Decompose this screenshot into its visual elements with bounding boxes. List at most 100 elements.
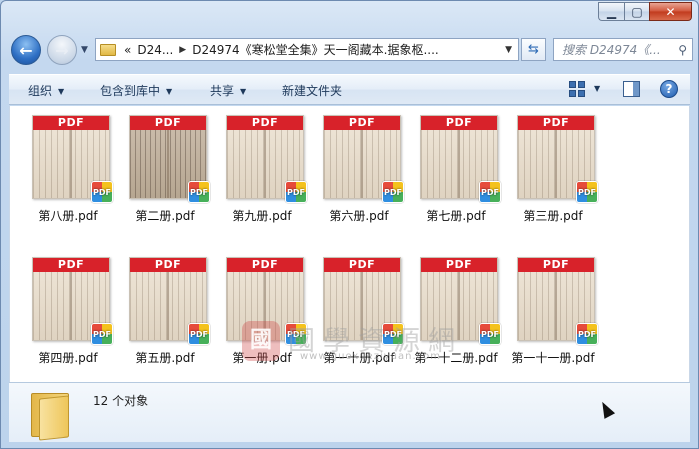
file-name: 第七册.pdf [426, 209, 486, 223]
file-name: 第一十册.pdf [323, 351, 395, 365]
navigation-bar: ← → ▼ « D24... ▶ D24974《寒松堂全集》天一阁藏本.据象枢.… [9, 34, 693, 68]
include-in-library-menu[interactable]: 包含到库中 ▼ [100, 82, 172, 99]
pdf-app-icon: PDF [91, 181, 113, 203]
pdf-label: PDF [227, 258, 303, 272]
file-name: 第四册.pdf [38, 351, 98, 365]
share-label: 共享 [210, 84, 235, 98]
pdf-app-icon: PDF [382, 323, 404, 345]
pdf-label: PDF [33, 116, 109, 130]
file-name: 第一十一册.pdf [511, 351, 595, 365]
pdf-label: PDF [518, 258, 594, 272]
file-name: 第一十二册.pdf [414, 351, 498, 365]
pdf-label: PDF [33, 258, 109, 272]
chevron-down-icon: ▼ [58, 87, 65, 96]
page-spine [264, 272, 266, 340]
file-item[interactable]: PDF PDF 第一十二册.pdf [408, 256, 504, 368]
pdf-app-icon: PDF [285, 181, 307, 203]
file-item[interactable]: PDF PDF 第三册.pdf [505, 114, 601, 226]
preview-pane-icon[interactable] [623, 81, 640, 97]
pdf-app-icon: PDF [285, 323, 307, 345]
command-bar: 组织 ▼ 包含到库中 ▼ 共享 ▼ 新建文件夹 ▼ ? [9, 74, 690, 105]
chevron-down-icon[interactable]: ▼ [505, 45, 512, 55]
pdf-label: PDF [421, 116, 497, 130]
file-item[interactable]: PDF PDF 第二册.pdf [117, 114, 213, 226]
forward-button[interactable]: → [47, 35, 77, 65]
pdf-label: PDF [518, 116, 594, 130]
file-item[interactable]: PDF PDF 第七册.pdf [408, 114, 504, 226]
new-folder-label: 新建文件夹 [282, 84, 343, 98]
breadcrumb-item[interactable]: D24974《寒松堂全集》天一阁藏本.据象枢.... [192, 41, 439, 58]
file-name: 第五册.pdf [135, 351, 195, 365]
refresh-icon: ⇆ [528, 42, 539, 57]
chevron-right-icon[interactable]: ▶ [179, 45, 186, 55]
caption-buttons: ▁ ▢ ✕ [598, 2, 692, 21]
refresh-button[interactable]: ⇆ [521, 38, 546, 61]
file-name: 第一册.pdf [232, 351, 292, 365]
pdf-label: PDF [130, 258, 206, 272]
page-spine [361, 130, 363, 198]
change-view-icon[interactable] [569, 81, 585, 97]
breadcrumb-item[interactable]: D24... [137, 43, 173, 57]
history-prefix[interactable]: « [124, 43, 131, 57]
include-in-library-label: 包含到库中 [100, 84, 161, 98]
page-spine [70, 130, 72, 198]
share-menu[interactable]: 共享 ▼ [210, 82, 246, 99]
arrow-left-icon: ← [19, 40, 33, 60]
help-icon[interactable]: ? [660, 80, 678, 98]
file-item[interactable]: PDF PDF 第一十册.pdf [311, 256, 407, 368]
pdf-app-icon: PDF [479, 181, 501, 203]
page-spine [458, 272, 460, 340]
pdf-app-icon: PDF [479, 323, 501, 345]
folder-icon [100, 43, 116, 56]
page-spine [555, 130, 557, 198]
pdf-app-icon: PDF [91, 323, 113, 345]
file-item[interactable]: PDF PDF 第六册.pdf [311, 114, 407, 226]
file-name: 第三册.pdf [523, 209, 583, 223]
maximize-button[interactable]: ▢ [624, 2, 649, 21]
chevron-down-icon: ▼ [166, 87, 173, 96]
pdf-label: PDF [421, 258, 497, 272]
organize-label: 组织 [28, 84, 53, 98]
new-folder-button[interactable]: 新建文件夹 [282, 82, 342, 99]
file-item[interactable]: PDF PDF 第九册.pdf [214, 114, 310, 226]
item-count: 12 个对象 [93, 394, 149, 408]
file-item[interactable]: PDF PDF 第五册.pdf [117, 256, 213, 368]
page-spine [555, 272, 557, 340]
page-spine [167, 272, 169, 340]
file-name: 第八册.pdf [38, 209, 98, 223]
file-list[interactable]: PDF PDF 第八册.pdf PDF PDF 第二册.pdf PDF PDF 第九册.pdf P… [9, 106, 690, 382]
file-item[interactable]: PDF PDF 第一十一册.pdf [505, 256, 601, 368]
details-pane: 12 个对象 [9, 382, 690, 442]
pdf-app-icon: PDF [188, 323, 210, 345]
page-spine [264, 130, 266, 198]
pdf-app-icon: PDF [576, 181, 598, 203]
file-item[interactable]: PDF PDF 第四册.pdf [20, 256, 116, 368]
search-icon[interactable]: ⚲ [678, 43, 687, 57]
file-name: 第二册.pdf [135, 209, 195, 223]
pdf-label: PDF [227, 116, 303, 130]
page-spine [361, 272, 363, 340]
address-bar[interactable]: « D24... ▶ D24974《寒松堂全集》天一阁藏本.据象枢.... ▼ [95, 38, 519, 61]
pdf-app-icon: PDF [576, 323, 598, 345]
organize-menu[interactable]: 组织 ▼ [28, 82, 64, 99]
pdf-label: PDF [324, 258, 400, 272]
pdf-app-icon: PDF [188, 181, 210, 203]
pdf-app-icon: PDF [382, 181, 404, 203]
file-item[interactable]: PDF PDF 第一册.pdf [214, 256, 310, 368]
chevron-down-icon: ▼ [240, 87, 247, 96]
close-button[interactable]: ✕ [649, 2, 692, 21]
minimize-button[interactable]: ▁ [598, 2, 624, 21]
recent-pages-dropdown[interactable]: ▼ [81, 45, 88, 55]
search-input[interactable]: 搜索 D24974《... ⚲ [553, 38, 693, 61]
arrow-right-icon: → [55, 40, 69, 60]
chevron-down-icon[interactable]: ▼ [594, 84, 600, 93]
pdf-label: PDF [130, 116, 206, 130]
search-placeholder: 搜索 D24974《... [562, 43, 661, 57]
page-spine [167, 130, 169, 198]
back-button[interactable]: ← [11, 35, 41, 65]
file-item[interactable]: PDF PDF 第八册.pdf [20, 114, 116, 226]
explorer-window: ▁ ▢ ✕ ← → ▼ « D24... ▶ D24974《寒松堂全集》天一阁藏… [0, 0, 699, 449]
file-name: 第六册.pdf [329, 209, 389, 223]
page-spine [458, 130, 460, 198]
folder-icon [29, 389, 73, 441]
